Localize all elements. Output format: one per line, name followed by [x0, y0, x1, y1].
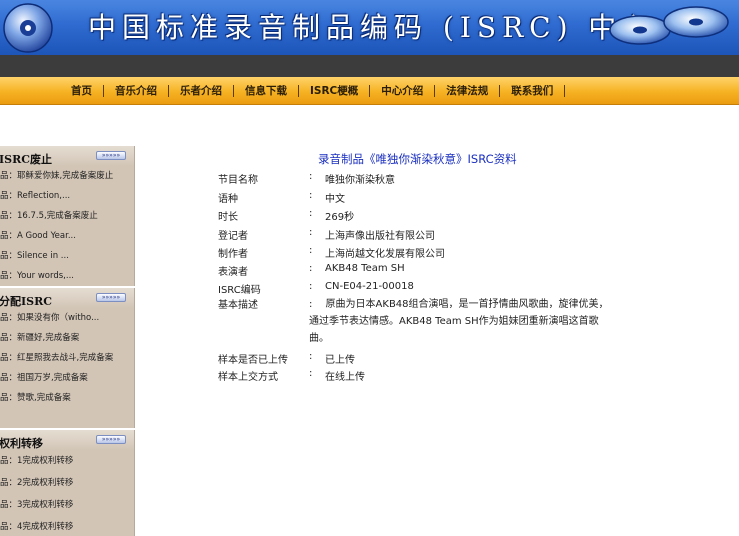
field-label: 登记者	[218, 231, 248, 242]
sidebar: ISRC废止 »»»»» 品：耶稣爱你妹,完成备案废止 品：Reflection…	[0, 146, 136, 536]
field-colon: :	[309, 351, 313, 362]
field-colon: :	[309, 368, 313, 379]
sidebar-section-isrc-revoked: ISRC废止 »»»»» 品：耶稣爱你妹,完成备案废止 品：Reflection…	[0, 146, 135, 286]
sidebar-list-item[interactable]: 品：红星照我去战斗,完成备案	[0, 348, 134, 368]
field-label: 节目名称	[218, 175, 258, 186]
field-value: 已上传	[325, 355, 355, 366]
nav-home[interactable]: 首页	[60, 85, 104, 97]
field-value: 269秒	[325, 212, 355, 223]
sidebar-list-item[interactable]: 品：如果没有你（witho...	[0, 308, 134, 328]
field-value: 唯独你渐染秋意	[325, 175, 395, 186]
field-label: 基本描述	[218, 300, 258, 311]
field-colon: :	[309, 190, 313, 201]
more-button[interactable]: »»»»»	[96, 435, 126, 444]
field-colon: :	[309, 245, 313, 256]
sidebar-section-title: ISRC废止	[0, 153, 52, 166]
nav-music-intro[interactable]: 音乐介绍	[104, 85, 169, 97]
sidebar-list-item[interactable]: 品：3完成权利转移	[0, 494, 134, 516]
field-value: : 原曲为日本AKB48组合演唱，是一首抒情曲风歌曲，旋律优美，通过季节表达情感…	[309, 299, 609, 344]
more-button[interactable]: »»»»»	[96, 293, 126, 302]
nav-isrc-overview[interactable]: ISRC梗概	[299, 85, 371, 97]
nav-list: 首页 音乐介绍 乐者介绍 信息下载 ISRC梗概 中心介绍 法律法规 联系我们	[60, 77, 566, 105]
nav-contact[interactable]: 联系我们	[500, 85, 566, 97]
field-value: 在线上传	[325, 372, 365, 383]
nav-downloads[interactable]: 信息下载	[234, 85, 299, 97]
sidebar-section-header: 分配ISRC »»»»»	[0, 288, 134, 308]
record-title: 录音制品《唯独你渐染秋意》ISRC资料	[318, 152, 517, 166]
field-label: 样本上交方式	[218, 372, 278, 383]
field-colon: :	[309, 208, 313, 219]
sidebar-list-item[interactable]: 品：16.7.5,完成备案废止	[0, 206, 134, 226]
field-value: AKB48 Team SH	[325, 263, 405, 274]
field-value: 上海声像出版社有限公司	[325, 231, 435, 242]
sidebar-list-item[interactable]: 品：赞歌,完成备案	[0, 388, 134, 408]
main-nav: 首页 音乐介绍 乐者介绍 信息下载 ISRC梗概 中心介绍 法律法规 联系我们	[0, 77, 739, 105]
field-value: 上海尚越文化发展有限公司	[325, 249, 445, 260]
field-colon: :	[309, 281, 313, 292]
sidebar-list-item[interactable]: 品：Reflection,...	[0, 186, 134, 206]
sidebar-section-rights-transfer: 权利转移 »»»»» 品：1完成权利转移 品：2完成权利转移 品：3完成权利转移…	[0, 430, 135, 536]
sidebar-list-item[interactable]: 品：2完成权利转移	[0, 472, 134, 494]
sidebar-section-header: 权利转移 »»»»»	[0, 430, 134, 450]
sidebar-list-item[interactable]: 品：新疆好,完成备案	[0, 328, 134, 348]
sidebar-list-item[interactable]: 品：A Good Year...	[0, 226, 134, 246]
field-colon: :	[309, 263, 313, 274]
field-label: 语种	[218, 194, 238, 205]
site-banner: 中国标准录音制品编码 (ISRC) 中心	[0, 0, 739, 55]
site-title: 中国标准录音制品编码 (ISRC) 中心	[88, 11, 657, 44]
sidebar-section-isrc-assigned: 分配ISRC »»»»» 品：如果没有你（witho... 品：新疆好,完成备案…	[0, 288, 135, 428]
more-button[interactable]: »»»»»	[96, 151, 126, 160]
sidebar-list-item[interactable]: 品：Your words,...	[0, 266, 134, 286]
sidebar-section-title: 权利转移	[0, 437, 43, 450]
field-value: 中文	[325, 194, 345, 205]
sidebar-list-item[interactable]: 品：Silence in ...	[0, 246, 134, 266]
field-label: 表演者	[218, 267, 248, 278]
nav-center-intro[interactable]: 中心介绍	[370, 85, 436, 97]
sidebar-list-item[interactable]: 品：4完成权利转移	[0, 516, 134, 536]
field-value: CN-E04-21-00018	[325, 281, 414, 292]
field-label: 样本是否已上传	[218, 355, 288, 366]
sidebar-list-item[interactable]: 品：祖国万岁,完成备案	[0, 368, 134, 388]
dvd-discs-icon	[609, 6, 729, 45]
nav-musician-intro[interactable]: 乐者介绍	[169, 85, 234, 97]
nav-laws[interactable]: 法律法规	[435, 85, 501, 97]
field-colon: :	[309, 171, 313, 182]
sidebar-section-title: 分配ISRC	[0, 295, 52, 308]
field-label: ISRC编码	[218, 285, 261, 296]
cd-disc-icon	[3, 3, 53, 53]
sidebar-list-item[interactable]: 品：耶稣爱你妹,完成备案废止	[0, 166, 134, 186]
field-label: 时长	[218, 212, 238, 223]
sidebar-list-item[interactable]: 品：1完成权利转移	[0, 450, 134, 472]
field-label: 制作者	[218, 249, 248, 260]
sidebar-section-header: ISRC废止 »»»»»	[0, 146, 134, 166]
field-colon: :	[309, 227, 313, 238]
banner-divider-bar	[0, 55, 739, 77]
info-row-description: 基本描述 : 原曲为日本AKB48组合演唱，是一首抒情曲风歌曲，旋律优美，通过季…	[218, 296, 618, 348]
